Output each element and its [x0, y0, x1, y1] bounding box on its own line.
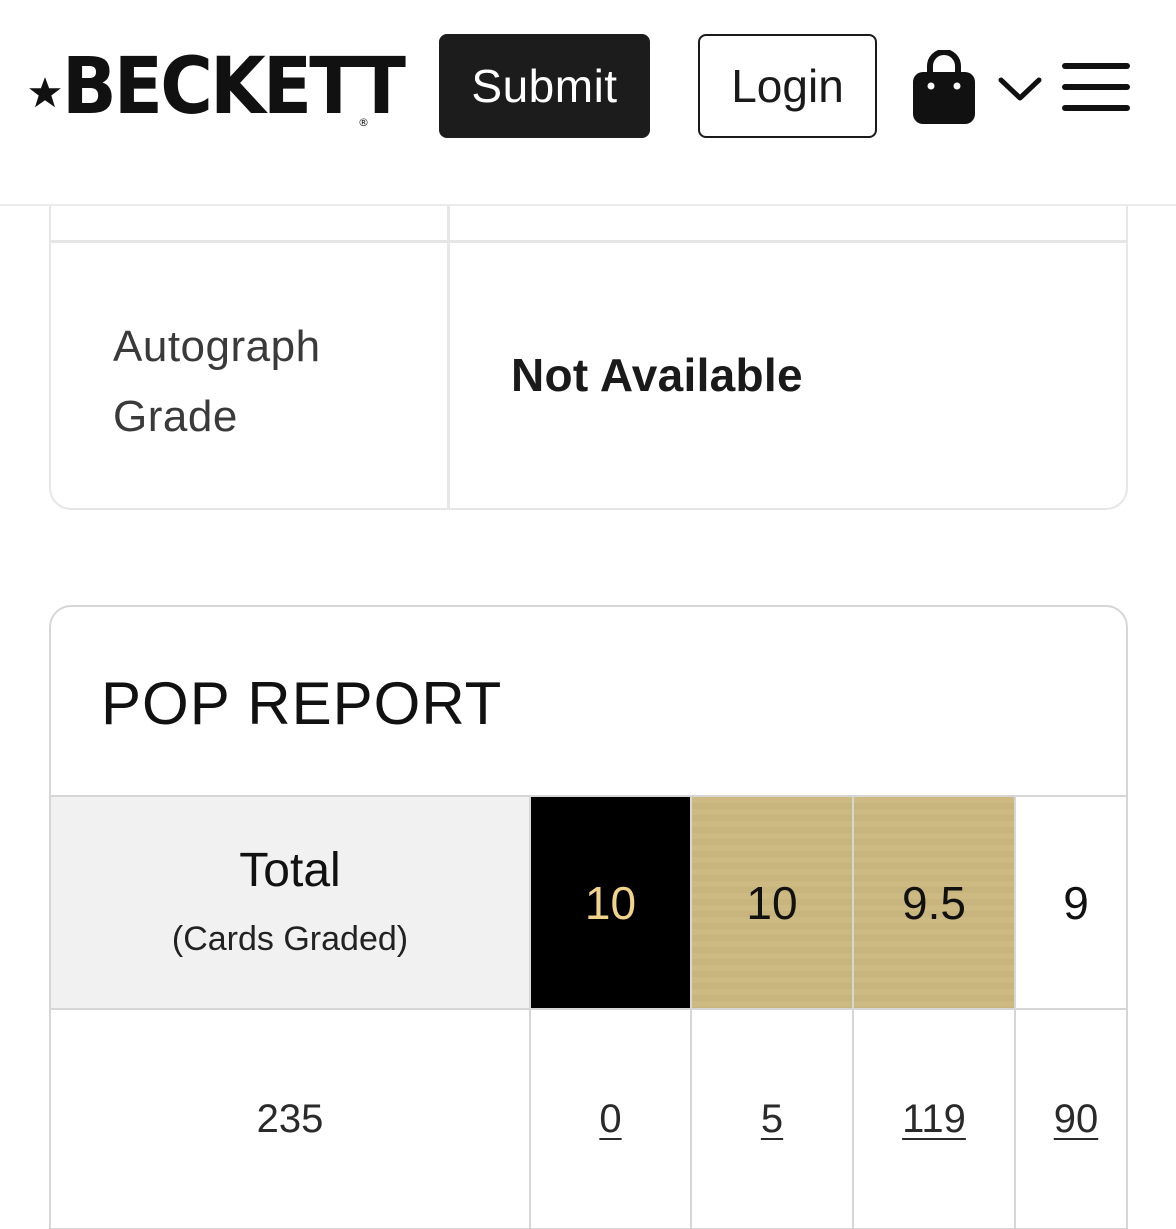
page: BECKETT ® Submit Login Autograph Grade N… — [0, 0, 1176, 1229]
logo-registered-mark: ® — [358, 116, 369, 129]
row-divider — [51, 240, 1126, 243]
beckett-logo[interactable]: BECKETT ® — [26, 42, 406, 132]
pop-report-title: POP REPORT — [101, 670, 503, 737]
count-link-black-label-10[interactable]: 0 — [599, 1097, 621, 1142]
grade-header-black-label-10: 10 — [531, 795, 692, 1010]
pop-report-card: POP REPORT Total (Cards Graded) 10 10 9.… — [49, 605, 1128, 1229]
count-cell-9: 90 — [1016, 1010, 1126, 1229]
logo-text: BECKETT — [62, 42, 406, 132]
site-header: BECKETT ® Submit Login — [0, 0, 1176, 206]
card-details-table: Autograph Grade Not Available — [49, 180, 1128, 510]
count-cell-black-label-10: 0 — [531, 1010, 692, 1229]
cards-graded-subheader: (Cards Graded) — [171, 919, 409, 958]
shopping-bag-icon[interactable] — [910, 50, 978, 126]
autograph-grade-value: Not Available — [511, 349, 803, 401]
star-icon — [29, 77, 61, 108]
login-button[interactable]: Login — [698, 34, 877, 138]
autograph-grade-label: Autograph Grade — [113, 322, 321, 441]
count-cell-9-5: 119 — [854, 1010, 1016, 1229]
grade-header-gold-label-10: 10 — [692, 795, 854, 1010]
total-value: 235 — [256, 1096, 324, 1141]
count-link-9-5[interactable]: 119 — [902, 1097, 966, 1142]
total-header: Total — [239, 843, 341, 897]
chevron-down-icon[interactable] — [997, 74, 1043, 104]
hamburger-menu-icon[interactable] — [1060, 60, 1132, 114]
total-header-cell: Total (Cards Graded) — [51, 795, 531, 1010]
grade-header-9-5: 9.5 — [854, 795, 1016, 1010]
count-link-gold-label-10[interactable]: 5 — [761, 1097, 783, 1142]
count-link-9[interactable]: 90 — [1054, 1097, 1099, 1142]
submit-button[interactable]: Submit — [439, 34, 650, 138]
grade-header-9: 9 — [1016, 795, 1126, 1010]
column-divider — [447, 180, 450, 508]
total-value-cell: 235 — [51, 1010, 531, 1229]
pop-report-table: Total (Cards Graded) 10 10 9.5 9 235 0 5… — [51, 795, 1126, 1229]
count-cell-gold-label-10: 5 — [692, 1010, 854, 1229]
